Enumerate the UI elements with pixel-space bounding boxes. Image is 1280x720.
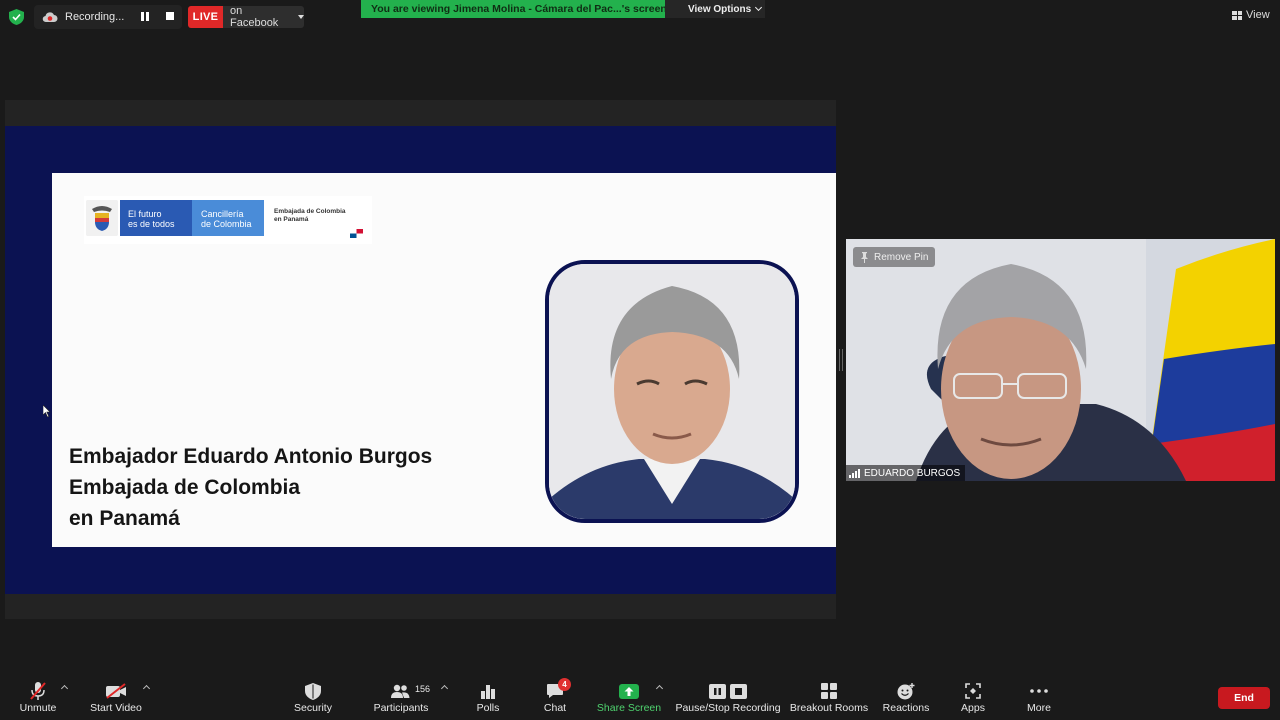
- reactions-button[interactable]: Reactions: [882, 680, 930, 720]
- stop-icon: [730, 683, 747, 699]
- participant-video-tile[interactable]: [846, 239, 1275, 481]
- pause-stop-recording-label: Pause/Stop Recording: [675, 702, 781, 714]
- pause-recording-icon[interactable]: [141, 12, 150, 21]
- colombia-coat-of-arms-icon: [86, 200, 118, 236]
- participant-name: EDUARDO BURGOS: [864, 467, 961, 479]
- slide-title: Embajador Eduardo Antonio Burgos Embajad…: [69, 441, 529, 534]
- participant-name-tag: EDUARDO BURGOS: [846, 465, 966, 481]
- smiley-reaction-icon: [897, 682, 915, 699]
- pin-icon: [861, 251, 868, 263]
- apps-button[interactable]: Apps: [956, 680, 990, 720]
- view-layout-button[interactable]: View: [1224, 5, 1274, 25]
- breakout-rooms-label: Breakout Rooms: [789, 702, 869, 714]
- view-options-label: View Options: [688, 3, 752, 15]
- audio-options-chevron-icon[interactable]: [60, 684, 69, 693]
- live-target-label: on Facebook: [230, 5, 279, 29]
- participants-icon: [391, 684, 410, 698]
- logo-ministry-line1: Cancillería: [201, 209, 244, 219]
- view-options-button[interactable]: View Options: [665, 0, 765, 18]
- slide-logo-motto: El futuro es de todos: [120, 200, 192, 236]
- unmute-label: Unmute: [19, 702, 57, 714]
- caret-down-icon: [298, 15, 304, 19]
- video-feed-illustration: [846, 239, 1275, 481]
- breakout-rooms-button[interactable]: Breakout Rooms: [790, 680, 868, 720]
- share-screen-arrow-icon: [619, 683, 639, 699]
- participants-count: 156: [415, 684, 431, 694]
- slide-logo-embassy: Embajada de Colombia en Panamá: [274, 208, 364, 224]
- slide-title-line3: en Panamá: [69, 507, 180, 530]
- participants-chevron-icon[interactable]: [440, 684, 449, 693]
- muted-microphone-icon: [30, 682, 46, 700]
- recording-indicator: Recording...: [34, 5, 182, 29]
- unmute-button[interactable]: Unmute: [16, 680, 60, 720]
- slide-title-line1: Embajador Eduardo Antonio Burgos: [69, 445, 433, 468]
- signal-strength-icon: [849, 468, 860, 478]
- slide-logo-ministry: Cancillería de Colombia: [192, 200, 264, 236]
- start-video-button[interactable]: Start Video: [86, 680, 146, 720]
- polls-label: Polls: [476, 702, 500, 714]
- logo-ministry-line2: de Colombia: [201, 219, 252, 229]
- participants-label: Participants: [373, 702, 429, 714]
- logo-embassy-line2: en Panamá: [274, 216, 309, 223]
- pause-stop-recording-button[interactable]: Pause/Stop Recording: [675, 680, 781, 720]
- video-off-icon: [106, 683, 126, 699]
- live-badge: LIVE: [188, 6, 223, 28]
- chat-unread-badge: 4: [558, 678, 571, 691]
- logo-embassy-line1: Embajada de Colombia: [274, 208, 346, 215]
- more-label: More: [1027, 702, 1051, 714]
- recording-label: Recording...: [65, 11, 125, 23]
- share-screen-label: Share Screen: [596, 702, 662, 714]
- security-shield-icon[interactable]: [9, 9, 24, 25]
- remove-pin-label: Remove Pin: [874, 251, 929, 263]
- pause-icon: [709, 683, 726, 699]
- shield-icon: [305, 682, 321, 700]
- live-stream-dropdown[interactable]: on Facebook: [223, 5, 304, 29]
- logo-motto-line2: es de todos: [128, 219, 175, 229]
- chat-label: Chat: [543, 702, 567, 714]
- viewing-banner-text: You are viewing Jimena Molina - Cámara d…: [371, 3, 667, 15]
- apps-icon: [965, 683, 981, 699]
- resize-handle[interactable]: [839, 349, 843, 371]
- remove-pin-button[interactable]: Remove Pin: [853, 247, 935, 267]
- share-screen-button[interactable]: Share Screen: [596, 680, 662, 720]
- start-video-label: Start Video: [90, 702, 142, 714]
- viewing-screen-banner: You are viewing Jimena Molina - Cámara d…: [361, 0, 667, 18]
- ambassador-portrait: [545, 260, 799, 523]
- chevron-down-icon: [755, 3, 763, 12]
- view-button-label: View: [1246, 9, 1270, 21]
- more-button[interactable]: More: [1022, 680, 1056, 720]
- security-button[interactable]: Security: [290, 680, 336, 720]
- panama-flag-icon: [350, 229, 363, 238]
- polls-bar-chart-icon: [481, 685, 495, 699]
- reactions-label: Reactions: [882, 702, 930, 714]
- apps-label: Apps: [961, 702, 985, 714]
- stop-recording-icon[interactable]: [166, 12, 174, 20]
- portrait-illustration: [549, 264, 795, 519]
- grid-icon: [1232, 10, 1242, 20]
- more-dots-icon: [1030, 689, 1048, 693]
- security-label: Security: [294, 702, 332, 714]
- slide-title-line2: Embajada de Colombia: [69, 476, 301, 499]
- end-meeting-button[interactable]: End: [1218, 687, 1270, 709]
- polls-button[interactable]: Polls: [472, 680, 504, 720]
- logo-motto-line1: El futuro: [128, 209, 162, 219]
- breakout-rooms-grid-icon: [821, 683, 837, 699]
- cloud-recording-icon: [42, 12, 58, 23]
- mouse-cursor-icon: [43, 405, 51, 417]
